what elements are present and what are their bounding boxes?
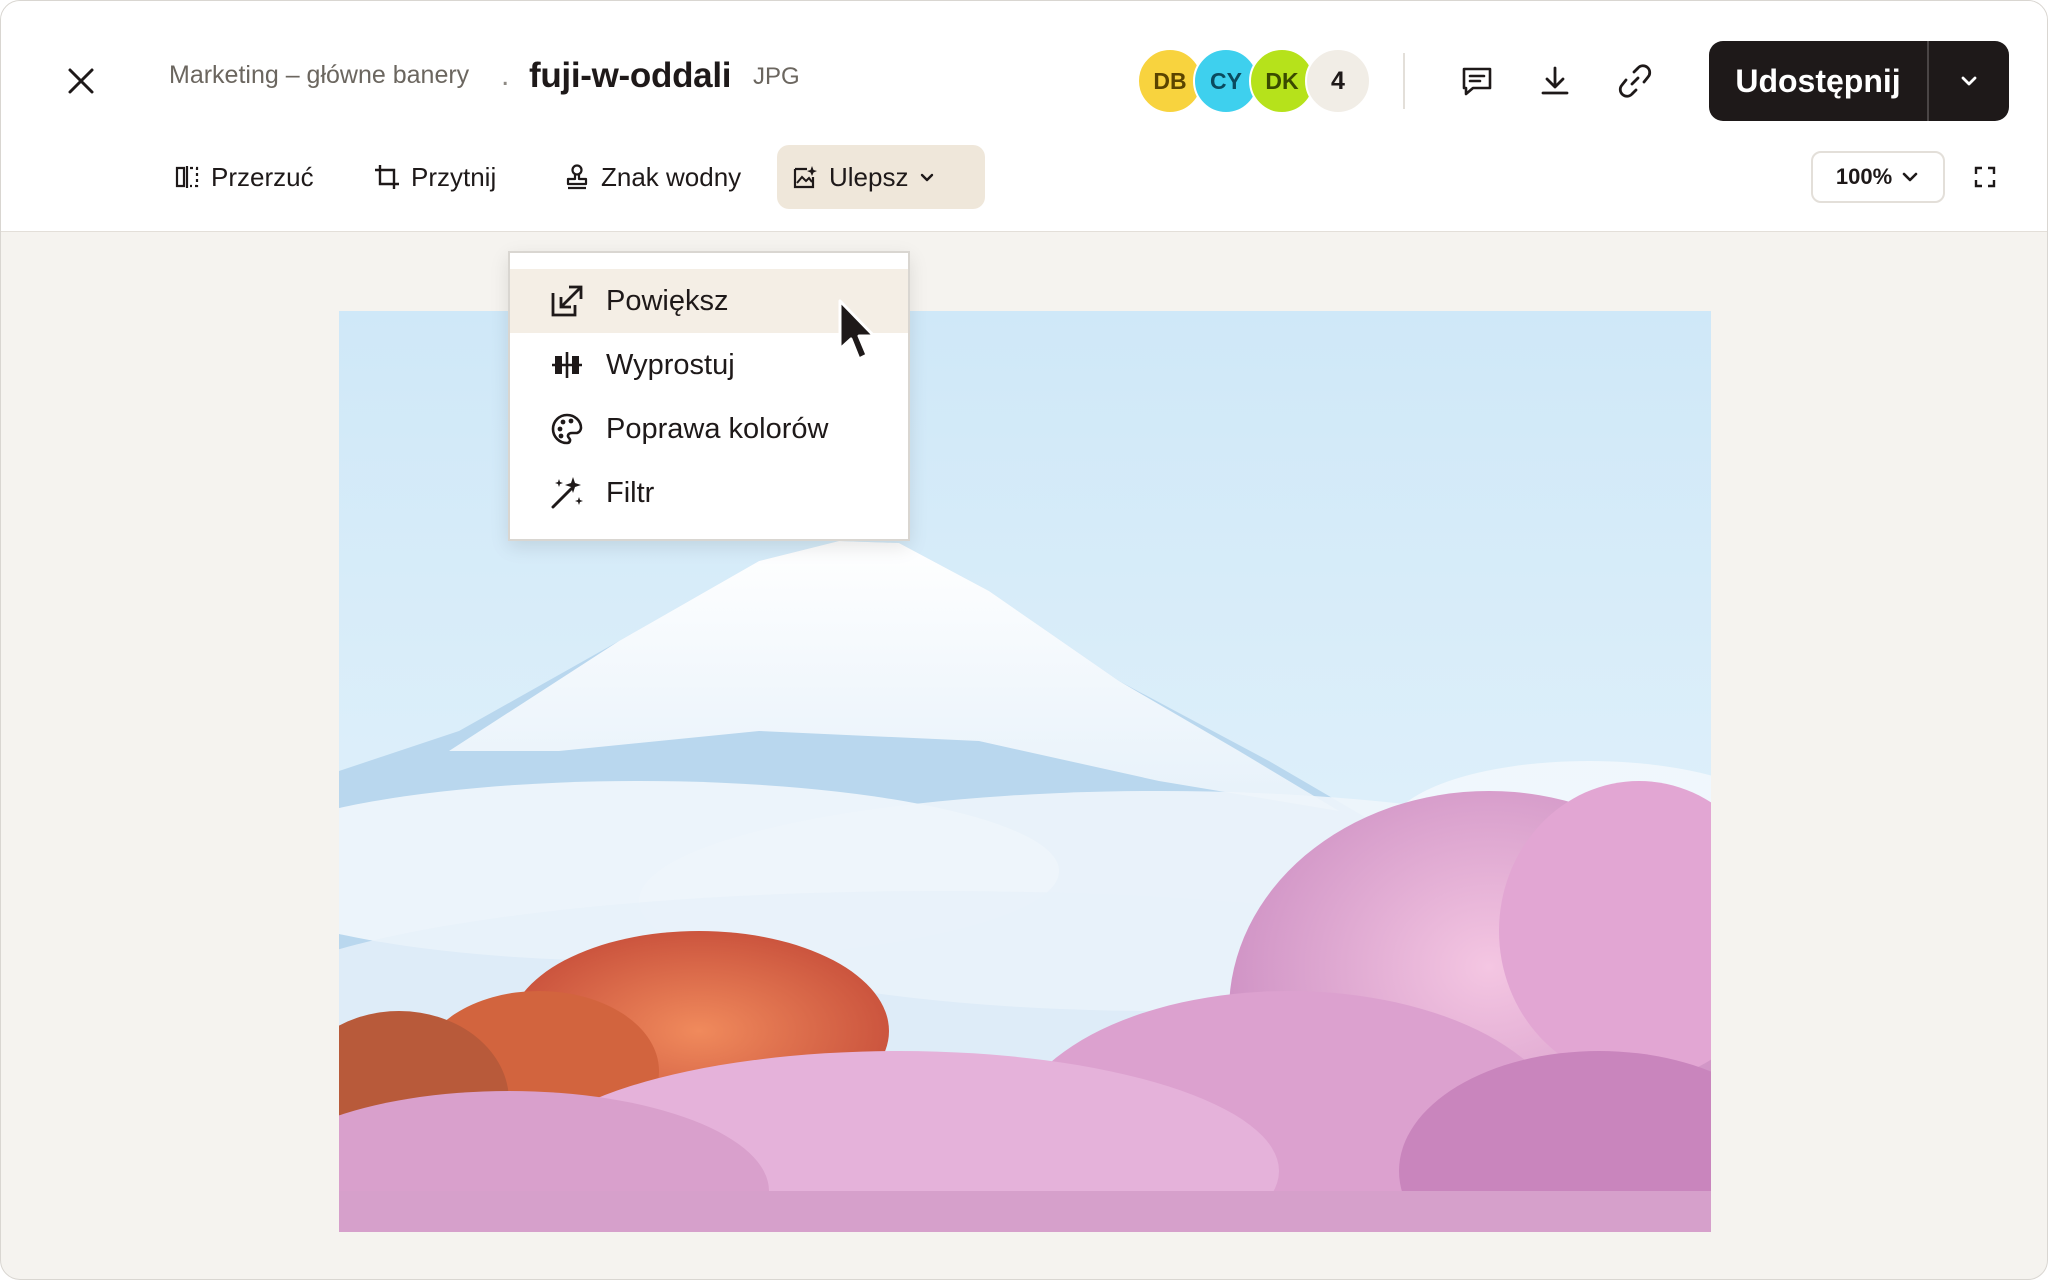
share-button-group: Udostępnij [1709, 41, 2009, 121]
header-bar: Marketing – główne banery . fuji-w-oddal… [1, 1, 2047, 232]
enhance-label: Ulepsz [829, 161, 909, 192]
share-button[interactable]: Udostępnij [1709, 41, 1927, 121]
flip-icon [175, 166, 199, 188]
comment-icon [1462, 67, 1492, 96]
crop-icon [375, 165, 399, 189]
download-icon [1541, 66, 1569, 95]
enhance-menu: Powiększ Wyprostuj Poprawa kolorów Filtr [508, 251, 910, 541]
flip-button[interactable]: Przerzuć [159, 145, 328, 209]
divider [1403, 53, 1405, 109]
straighten-icon [548, 346, 586, 384]
share-options-button[interactable] [1929, 41, 2009, 121]
image-viewer-window: Marketing – główne banery . fuji-w-oddal… [0, 0, 2048, 1280]
menu-item-label: Filtr [606, 476, 655, 509]
link-icon [1618, 64, 1652, 98]
flip-label: Przerzuć [211, 161, 314, 192]
chevron-down-icon [1902, 172, 1918, 182]
breadcrumb[interactable]: Marketing – główne banery [169, 61, 469, 90]
watermark-label: Znak wodny [601, 161, 742, 192]
download-button[interactable] [1529, 55, 1581, 107]
chevron-down-icon [1961, 76, 1977, 86]
magic-wand-icon [548, 474, 586, 512]
copy-link-button[interactable] [1609, 55, 1661, 107]
zoom-value: 100% [1835, 164, 1893, 189]
file-extension: JPG [753, 63, 800, 90]
zoom-select[interactable]: 100% [1811, 151, 1945, 203]
fullscreen-icon [1974, 166, 1996, 188]
enhance-button[interactable]: Ulepsz [777, 145, 985, 209]
menu-item-label: Powiększ [606, 284, 729, 317]
mouse-pointer-icon [838, 299, 876, 361]
fullscreen-button[interactable] [1967, 159, 2003, 195]
more-collaborators-count[interactable]: 4 [1305, 48, 1371, 114]
watermark-button[interactable]: Znak wodny [549, 145, 755, 209]
comment-button[interactable] [1451, 55, 1503, 107]
stamp-icon [566, 164, 588, 190]
breadcrumb-separator: . [501, 59, 510, 92]
collaborator-avatars[interactable]: DB CY DK 4 [1137, 48, 1373, 114]
close-button[interactable] [57, 57, 105, 105]
crop-label: Przytnij [411, 161, 497, 192]
menu-item-label: Poprawa kolorów [606, 412, 829, 445]
menu-item-filter[interactable]: Filtr [510, 461, 908, 525]
menu-item-label: Wyprostuj [606, 348, 735, 381]
menu-item-color-correction[interactable]: Poprawa kolorów [510, 397, 908, 461]
chevron-down-icon [921, 173, 934, 182]
file-name[interactable]: fuji-w-oddali [529, 56, 731, 96]
upscale-icon [548, 282, 586, 320]
close-icon [68, 68, 94, 94]
palette-icon [548, 410, 586, 448]
enhance-icon [793, 166, 817, 189]
crop-button[interactable]: Przytnij [359, 145, 510, 209]
